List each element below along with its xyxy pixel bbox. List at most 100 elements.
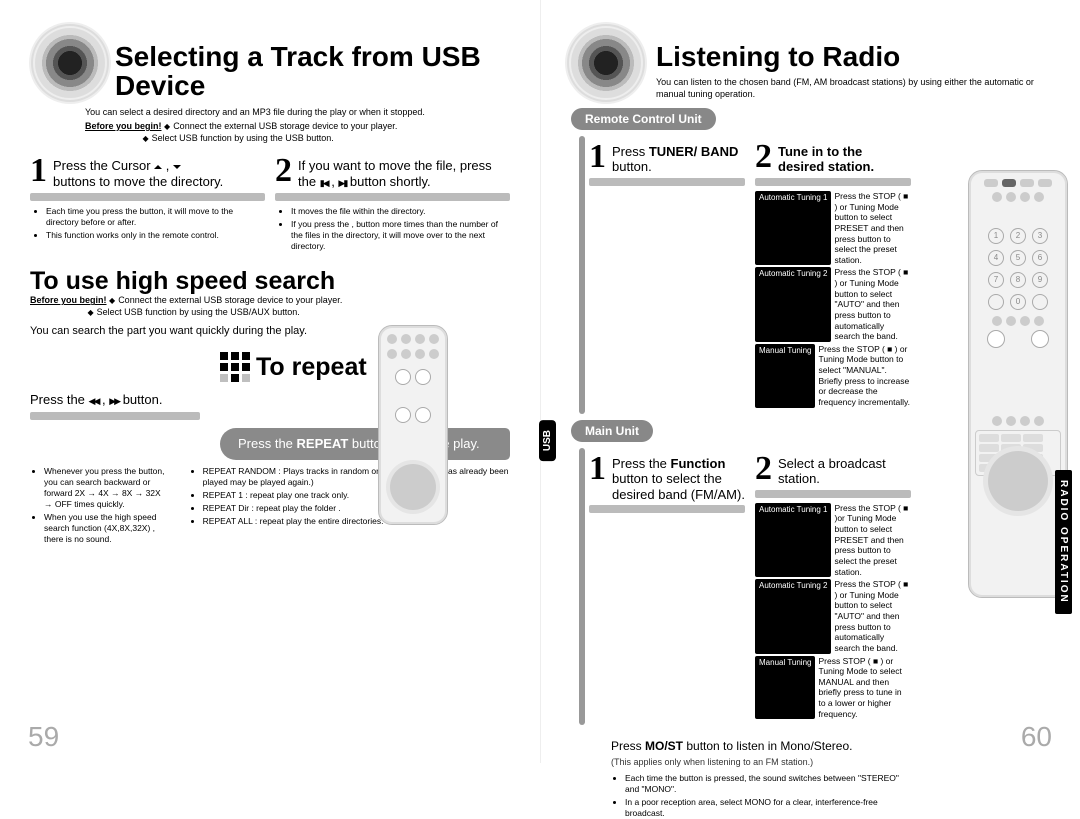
before-label: Before you begin! [85, 121, 162, 131]
rp-a: Press the [238, 436, 297, 451]
hs-press-c: button. [123, 392, 163, 407]
hs-press-a: Press the [30, 392, 89, 407]
m1c: button to select the desired band (FM/AM… [612, 471, 745, 502]
step-2-text-c: button shortly. [350, 174, 431, 189]
hs-before-2: Select USB function by using the USB/AUX… [88, 307, 300, 317]
step-1-notes: Each time you press the button, it will … [30, 206, 265, 241]
remote-section: 1 Press TUNER/ BAND button. 2 Tune in to [579, 136, 911, 414]
r-step-2-text: Tune in to the desired station. [778, 140, 911, 175]
m-tag-at2: Automatic Tuning 2 [755, 579, 831, 653]
step-number-2: 2 [275, 154, 292, 188]
repeat-title-text: To repeat [256, 354, 367, 382]
rp-note-4: REPEAT ALL : repeat play the entire dire… [203, 516, 510, 527]
step-1-note-2: This function works only in the remote c… [46, 230, 265, 241]
m-mt-txt: Press STOP ( ■ ) or Tuning Mode to selec… [818, 656, 911, 720]
step-2-bar [275, 193, 510, 201]
repeat-instruction: Press the REPEAT button during the play. [220, 428, 510, 460]
most-instruction: Press MO/ST button to listen in Mono/Ste… [611, 739, 911, 753]
r-at1: Automatic Tuning 1Press the STOP ( ■ ) o… [755, 191, 911, 265]
rewind-icon [89, 392, 99, 407]
r-step-1-num: 1 [589, 140, 606, 174]
m-tag-at1: Automatic Tuning 1 [755, 503, 831, 577]
m-at2-txt: Press the STOP ( ■ ) or Tuning Mode butt… [834, 579, 911, 653]
hs-before-label: Before you begin! [30, 295, 107, 305]
r-step-1-text: Press TUNER/ BAND button. [612, 140, 745, 175]
hs-before: Before you begin! Connect the external U… [30, 295, 510, 318]
cursor-up-icon [154, 161, 162, 169]
m-step-2-text: Select a broadcast station. [778, 452, 911, 487]
ffwd-icon [109, 392, 119, 407]
remote-numpad: 1234567890 [969, 228, 1067, 310]
rp-note-1: REPEAT RANDOM : Plays tracks in random o… [203, 466, 510, 488]
remote-illustration-small [378, 325, 448, 525]
most-n1: Each time the button is pressed, the sou… [625, 773, 911, 795]
page-60: USB Listening to Radio You can listen to… [540, 0, 1080, 763]
step-1-bar [30, 193, 265, 201]
hs-bar [30, 412, 200, 420]
rp-note-3: REPEAT Dir : repeat play the folder . [203, 503, 510, 514]
step-1: 1 Press the Cursor , buttons to move the… [30, 154, 265, 253]
m-at1: Automatic Tuning 1Press the STOP ( ■ )or… [755, 503, 911, 577]
main-section: 1 Press the Function button to select th… [579, 448, 911, 726]
r-step-2-num: 2 [755, 140, 772, 174]
before-item-1: Connect the external USB storage device … [164, 121, 397, 131]
r-mt-txt: Press the STOP ( ■ ) or Tuning Mode butt… [818, 344, 911, 408]
page-title-right: Listening to Radio [656, 42, 1050, 71]
m1b: Function [671, 456, 726, 471]
speaker-icon [35, 28, 105, 98]
comma: , [166, 158, 173, 173]
r-at2: Automatic Tuning 2Press the STOP ( ■ ) o… [755, 267, 911, 341]
most-sub: (This applies only when listening to an … [611, 757, 911, 767]
step-number-1: 1 [30, 154, 47, 188]
most-a: Press [611, 739, 645, 753]
cursor-down-icon [173, 165, 181, 173]
heading-high-speed: To use high speed search [30, 268, 510, 296]
skip-fwd-icon [338, 174, 346, 189]
r1c: button. [612, 159, 652, 174]
hs-note-2: When you use the high speed search funct… [44, 512, 169, 545]
page-59: Selecting a Track from USB Device You ca… [0, 0, 540, 763]
before-you-begin: Before you begin! Connect the external U… [85, 121, 510, 144]
m-at2: Automatic Tuning 2Press the STOP ( ■ ) o… [755, 579, 911, 653]
speaker-icon-r [571, 28, 641, 98]
step-2-note-1: It moves the file within the directory. [291, 206, 510, 217]
m-step-2-num: 2 [755, 452, 772, 486]
m-step-1-text: Press the Function button to select the … [612, 452, 745, 503]
m1a: Press the [612, 456, 671, 471]
step-2-text: If you want to move the file, press the … [298, 154, 510, 189]
step-row: 1 Press the Cursor , buttons to move the… [30, 154, 510, 253]
r-at1-txt: Press the STOP ( ■ ) or Tuning Mode butt… [834, 191, 911, 265]
listen-intro: You can listen to the chosen band (FM, A… [656, 77, 1050, 100]
step-2-notes: It moves the file within the directory. … [275, 206, 510, 252]
main-section-rail [579, 448, 585, 726]
tag-at2: Automatic Tuning 2 [755, 267, 831, 341]
intro-text: You can select a desired directory and a… [85, 107, 510, 118]
page-number-60: 60 [1021, 723, 1052, 751]
page-number-59: 59 [28, 723, 59, 751]
m2-bar [755, 490, 911, 498]
step-2-note-2: If you press the , button more times tha… [291, 219, 510, 252]
hs-note-1: Whenever you press the button, you can s… [44, 466, 169, 510]
most-b: MO/ST [645, 739, 683, 753]
most-n2: In a poor reception area, select MONO fo… [625, 797, 911, 819]
r2a: Tune in to the desired station. [778, 144, 874, 175]
m-at1-txt: Press the STOP ( ■ )or Tuning Mode butto… [834, 503, 911, 577]
rp-note-2: REPEAT 1 : repeat play one track only. [203, 490, 510, 501]
section-main-header: Main Unit [571, 420, 653, 442]
r1a: Press [612, 144, 649, 159]
page-title-left: Selecting a Track from USB Device [115, 42, 510, 101]
r-at2-txt: Press the STOP ( ■ ) or Tuning Mode butt… [834, 267, 911, 341]
r2-bar [755, 178, 911, 186]
r-mt: Manual TuningPress the STOP ( ■ ) or Tun… [755, 344, 911, 408]
step-1-note-1: Each time you press the button, it will … [46, 206, 265, 228]
m-tag-mt: Manual Tuning [755, 656, 815, 720]
m-step-1-num: 1 [589, 452, 606, 486]
section-remote-header: Remote Control Unit [571, 108, 716, 130]
hs-notes: Whenever you press the button, you can s… [44, 466, 169, 547]
checker-icon [220, 352, 250, 382]
remote-section-rail [579, 136, 585, 414]
step-1-text-c: buttons to move the directory. [53, 174, 223, 189]
repeat-notes: REPEAT RANDOM : Plays tracks in random o… [203, 466, 510, 547]
m1-bar [589, 505, 745, 513]
m-mt: Manual TuningPress STOP ( ■ ) or Tuning … [755, 656, 911, 720]
